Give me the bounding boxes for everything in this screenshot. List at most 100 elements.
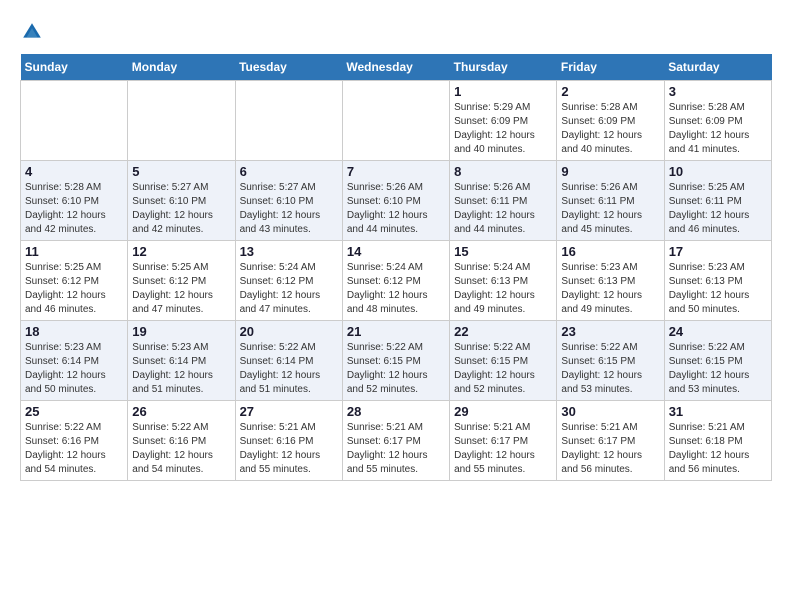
day-info: Sunrise: 5:21 AM Sunset: 6:17 PM Dayligh… (561, 421, 659, 477)
day-info: Sunrise: 5:22 AM Sunset: 6:16 PM Dayligh… (132, 421, 230, 477)
day-number: 25 (25, 404, 123, 419)
calendar-cell: 3 Sunrise: 5:28 AM Sunset: 6:09 PM Daylig… (664, 81, 771, 161)
day-info: Sunrise: 5:22 AM Sunset: 6:15 PM Dayligh… (669, 341, 767, 397)
day-info: Sunrise: 5:21 AM Sunset: 6:16 PM Dayligh… (240, 421, 338, 477)
day-header-wednesday: Wednesday (342, 54, 449, 81)
day-info: Sunrise: 5:28 AM Sunset: 6:09 PM Dayligh… (669, 101, 767, 157)
calendar-cell: 17 Sunrise: 5:23 AM Sunset: 6:13 PM Dayli… (664, 241, 771, 321)
calendar-cell: 10 Sunrise: 5:25 AM Sunset: 6:11 PM Dayli… (664, 161, 771, 241)
calendar-cell: 1 Sunrise: 5:29 AM Sunset: 6:09 PM Daylig… (450, 81, 557, 161)
calendar-table: SundayMondayTuesdayWednesdayThursdayFrid… (20, 54, 772, 481)
day-info: Sunrise: 5:23 AM Sunset: 6:14 PM Dayligh… (25, 341, 123, 397)
calendar-cell: 13 Sunrise: 5:24 AM Sunset: 6:12 PM Dayli… (235, 241, 342, 321)
day-info: Sunrise: 5:22 AM Sunset: 6:15 PM Dayligh… (454, 341, 552, 397)
day-info: Sunrise: 5:22 AM Sunset: 6:15 PM Dayligh… (561, 341, 659, 397)
day-number: 29 (454, 404, 552, 419)
day-info: Sunrise: 5:27 AM Sunset: 6:10 PM Dayligh… (240, 181, 338, 237)
calendar-cell (21, 81, 128, 161)
calendar-cell: 14Sunrise: 5:24 AM Sunset: 6:12 PM Dayli… (342, 241, 449, 321)
page-header (20, 20, 772, 44)
day-header-thursday: Thursday (450, 54, 557, 81)
day-number: 26 (132, 404, 230, 419)
day-number: 28 (347, 404, 445, 419)
day-info: Sunrise: 5:25 AM Sunset: 6:11 PM Dayligh… (669, 181, 767, 237)
day-number: 2 (561, 84, 659, 99)
calendar-cell: 11 Sunrise: 5:25 AM Sunset: 6:12 PM Dayli… (21, 241, 128, 321)
day-number: 21 (347, 324, 445, 339)
day-info: Sunrise: 5:24 AM Sunset: 6:12 PM Dayligh… (347, 261, 445, 317)
day-header-sunday: Sunday (21, 54, 128, 81)
calendar-cell: 7 Sunrise: 5:26 AM Sunset: 6:10 PM Daylig… (342, 161, 449, 241)
calendar-cell: 22 Sunrise: 5:22 AM Sunset: 6:15 PM Dayli… (450, 321, 557, 401)
calendar-cell: 30Sunrise: 5:21 AM Sunset: 6:17 PM Dayli… (557, 401, 664, 481)
calendar-cell: 12Sunrise: 5:25 AM Sunset: 6:12 PM Dayli… (128, 241, 235, 321)
day-info: Sunrise: 5:26 AM Sunset: 6:11 PM Dayligh… (454, 181, 552, 237)
day-header-friday: Friday (557, 54, 664, 81)
day-info: Sunrise: 5:22 AM Sunset: 6:15 PM Dayligh… (347, 341, 445, 397)
calendar-cell: 18 Sunrise: 5:23 AM Sunset: 6:14 PM Dayli… (21, 321, 128, 401)
day-number: 10 (669, 164, 767, 179)
day-number: 13 (240, 244, 338, 259)
day-info: Sunrise: 5:22 AM Sunset: 6:16 PM Dayligh… (25, 421, 123, 477)
day-number: 23 (561, 324, 659, 339)
calendar-cell: 8 Sunrise: 5:26 AM Sunset: 6:11 PM Daylig… (450, 161, 557, 241)
day-info: Sunrise: 5:23 AM Sunset: 6:13 PM Dayligh… (669, 261, 767, 317)
day-info: Sunrise: 5:24 AM Sunset: 6:13 PM Dayligh… (454, 261, 552, 317)
calendar-cell: 4Sunrise: 5:28 AM Sunset: 6:10 PM Daylig… (21, 161, 128, 241)
calendar-cell: 28 Sunrise: 5:21 AM Sunset: 6:17 PM Dayli… (342, 401, 449, 481)
calendar-cell: 24 Sunrise: 5:22 AM Sunset: 6:15 PM Dayli… (664, 321, 771, 401)
day-number: 24 (669, 324, 767, 339)
day-number: 9 (561, 164, 659, 179)
calendar-body: 1 Sunrise: 5:29 AM Sunset: 6:09 PM Daylig… (21, 81, 772, 481)
calendar-cell: 26 Sunrise: 5:22 AM Sunset: 6:16 PM Dayli… (128, 401, 235, 481)
day-number: 3 (669, 84, 767, 99)
day-number: 6 (240, 164, 338, 179)
day-number: 16 (561, 244, 659, 259)
day-info: Sunrise: 5:25 AM Sunset: 6:12 PM Dayligh… (25, 261, 123, 317)
week-row-5: 25 Sunrise: 5:22 AM Sunset: 6:16 PM Dayli… (21, 401, 772, 481)
day-info: Sunrise: 5:27 AM Sunset: 6:10 PM Dayligh… (132, 181, 230, 237)
calendar-cell: 19 Sunrise: 5:23 AM Sunset: 6:14 PM Dayli… (128, 321, 235, 401)
calendar-cell: 15Sunrise: 5:24 AM Sunset: 6:13 PM Dayli… (450, 241, 557, 321)
day-number: 31 (669, 404, 767, 419)
day-number: 19 (132, 324, 230, 339)
day-info: Sunrise: 5:25 AM Sunset: 6:12 PM Dayligh… (132, 261, 230, 317)
day-info: Sunrise: 5:29 AM Sunset: 6:09 PM Dayligh… (454, 101, 552, 157)
calendar-cell: 20Sunrise: 5:22 AM Sunset: 6:14 PM Dayli… (235, 321, 342, 401)
calendar-cell: 27Sunrise: 5:21 AM Sunset: 6:16 PM Dayli… (235, 401, 342, 481)
day-info: Sunrise: 5:21 AM Sunset: 6:18 PM Dayligh… (669, 421, 767, 477)
day-info: Sunrise: 5:28 AM Sunset: 6:09 PM Dayligh… (561, 101, 659, 157)
calendar-cell: 29 Sunrise: 5:21 AM Sunset: 6:17 PM Dayli… (450, 401, 557, 481)
logo-icon (20, 20, 44, 44)
calendar-cell: 31 Sunrise: 5:21 AM Sunset: 6:18 PM Dayli… (664, 401, 771, 481)
day-info: Sunrise: 5:21 AM Sunset: 6:17 PM Dayligh… (454, 421, 552, 477)
day-number: 5 (132, 164, 230, 179)
calendar-cell: 23 Sunrise: 5:22 AM Sunset: 6:15 PM Dayli… (557, 321, 664, 401)
day-info: Sunrise: 5:22 AM Sunset: 6:14 PM Dayligh… (240, 341, 338, 397)
day-info: Sunrise: 5:28 AM Sunset: 6:10 PM Dayligh… (25, 181, 123, 237)
week-row-2: 4Sunrise: 5:28 AM Sunset: 6:10 PM Daylig… (21, 161, 772, 241)
day-number: 11 (25, 244, 123, 259)
calendar-cell: 6 Sunrise: 5:27 AM Sunset: 6:10 PM Daylig… (235, 161, 342, 241)
day-info: Sunrise: 5:26 AM Sunset: 6:11 PM Dayligh… (561, 181, 659, 237)
day-number: 1 (454, 84, 552, 99)
day-number: 22 (454, 324, 552, 339)
calendar-cell: 9 Sunrise: 5:26 AM Sunset: 6:11 PM Daylig… (557, 161, 664, 241)
day-info: Sunrise: 5:24 AM Sunset: 6:12 PM Dayligh… (240, 261, 338, 317)
logo (20, 20, 48, 44)
calendar-cell: 2 Sunrise: 5:28 AM Sunset: 6:09 PM Daylig… (557, 81, 664, 161)
day-number: 8 (454, 164, 552, 179)
day-info: Sunrise: 5:21 AM Sunset: 6:17 PM Dayligh… (347, 421, 445, 477)
calendar-cell: 5 Sunrise: 5:27 AM Sunset: 6:10 PM Daylig… (128, 161, 235, 241)
calendar-cell: 16 Sunrise: 5:23 AM Sunset: 6:13 PM Dayli… (557, 241, 664, 321)
day-header-tuesday: Tuesday (235, 54, 342, 81)
day-number: 7 (347, 164, 445, 179)
day-number: 17 (669, 244, 767, 259)
day-number: 18 (25, 324, 123, 339)
day-info: Sunrise: 5:23 AM Sunset: 6:13 PM Dayligh… (561, 261, 659, 317)
calendar-header-row: SundayMondayTuesdayWednesdayThursdayFrid… (21, 54, 772, 81)
week-row-1: 1 Sunrise: 5:29 AM Sunset: 6:09 PM Daylig… (21, 81, 772, 161)
day-info: Sunrise: 5:23 AM Sunset: 6:14 PM Dayligh… (132, 341, 230, 397)
day-info: Sunrise: 5:26 AM Sunset: 6:10 PM Dayligh… (347, 181, 445, 237)
calendar-cell (342, 81, 449, 161)
